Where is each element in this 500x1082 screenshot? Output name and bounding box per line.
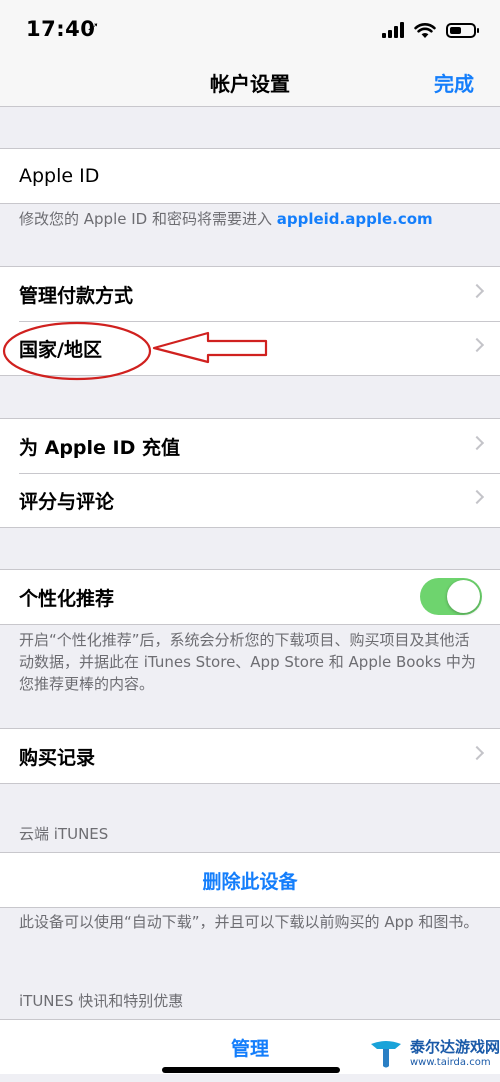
chevron-right-icon (469, 745, 485, 761)
remove-device-row[interactable]: 删除此设备 (0, 853, 500, 907)
recharge-label: 为 Apple ID 充值 (19, 436, 180, 459)
itunes-news-header: iTUNES 快讯和特别优惠 (19, 992, 184, 1010)
remove-device-button[interactable]: 删除此设备 (0, 867, 500, 894)
chevron-right-icon (469, 337, 485, 353)
navigation-bar: 帐户设置 完成 (0, 58, 500, 107)
purchase-history-label: 购买记录 (19, 746, 96, 769)
watermark-logo-icon (368, 1035, 404, 1071)
toggle-knob (447, 580, 480, 613)
site-watermark: 泰尔达游戏网 www.tairda.com (356, 1024, 500, 1082)
watermark-name: 泰尔达游戏网 (410, 1037, 500, 1056)
status-icons (382, 18, 479, 42)
appleid-link[interactable]: appleid.apple.com (277, 210, 433, 228)
payment-group: 管理付款方式 国家/地区 (0, 266, 500, 376)
manage-payment-row[interactable]: 管理付款方式 (0, 267, 500, 321)
status-bar: 17:40 ➶ (0, 0, 500, 58)
cloud-itunes-footer: 此设备可以使用“自动下载”，并且可以下载以前购买的 App 和图书。 (19, 913, 479, 931)
manage-payment-label: 管理付款方式 (19, 284, 134, 307)
watermark-text: 泰尔达游戏网 www.tairda.com (410, 1038, 500, 1069)
location-arrow-icon: ➶ (87, 18, 100, 36)
cloud-itunes-group: 删除此设备 (0, 852, 500, 908)
country-region-label: 国家/地区 (19, 338, 102, 361)
chevron-right-icon (469, 435, 485, 451)
watermark-url: www.tairda.com (410, 1056, 491, 1068)
status-time: 17:40 (26, 17, 96, 41)
personalization-row: 个性化推荐 (0, 570, 500, 624)
purchase-history-row[interactable]: 购买记录 (0, 729, 500, 783)
done-button[interactable]: 完成 (434, 68, 474, 97)
signal-icon (382, 22, 404, 38)
apple-id-row[interactable]: Apple ID (0, 149, 500, 203)
apple-id-footer: 修改您的 Apple ID 和密码将需要进入 appleid.apple.com (19, 208, 484, 230)
purchase-history-group: 购买记录 (0, 728, 500, 784)
apple-id-footer-text: 修改您的 Apple ID 和密码将需要进入 (19, 210, 277, 228)
personalization-label: 个性化推荐 (19, 587, 115, 610)
apple-id-group: Apple ID (0, 148, 500, 204)
chevron-right-icon (469, 489, 485, 505)
ratings-reviews-row[interactable]: 评分与评论 (0, 473, 500, 527)
apple-id-label: Apple ID (19, 165, 100, 187)
chevron-right-icon (469, 283, 485, 299)
wifi-icon (414, 22, 436, 38)
recharge-group: 为 Apple ID 充值 评分与评论 (0, 418, 500, 528)
battery-icon (446, 22, 479, 38)
country-region-row[interactable]: 国家/地区 (0, 321, 500, 375)
home-indicator[interactable] (162, 1067, 340, 1073)
personalization-group: 个性化推荐 (0, 569, 500, 625)
page-title: 帐户设置 (210, 72, 290, 96)
recharge-row[interactable]: 为 Apple ID 充值 (0, 419, 500, 473)
ratings-reviews-label: 评分与评论 (19, 490, 115, 513)
personalization-footer: 开启“个性化推荐”后，系统会分析您的下载项目、购买项目及其他活动数据，并据此在 … (19, 631, 476, 693)
personalization-toggle[interactable] (420, 578, 482, 615)
cloud-itunes-header: 云端 iTUNES (19, 825, 109, 843)
